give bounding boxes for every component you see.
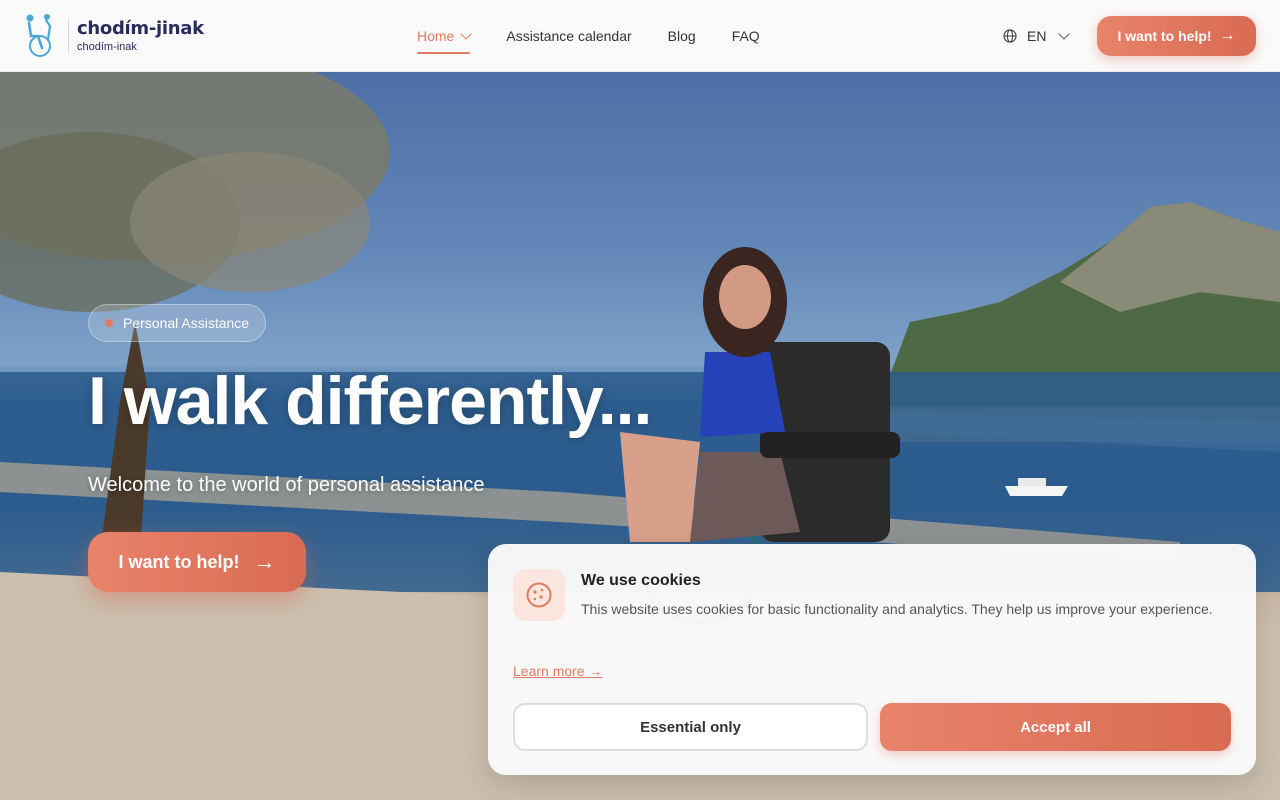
cookie-description: This website uses cookies for basic func… [581, 601, 1213, 617]
globe-icon [1003, 29, 1017, 43]
logo[interactable]: chodím-jinak chodím-inak [22, 12, 204, 60]
accept-all-button[interactable]: Accept all [880, 703, 1231, 751]
arrow-right-icon: → [253, 549, 276, 574]
hero-subtitle: Welcome to the world of personal assista… [88, 474, 485, 496]
site-header: chodím-jinak chodím-inak Home Assistance… [0, 0, 1280, 72]
help-button-hero[interactable]: I want to help! → [88, 532, 306, 592]
essential-only-button[interactable]: Essential only [513, 703, 868, 751]
badge-dot-icon [105, 319, 113, 327]
cookie-title: We use cookies [581, 572, 701, 589]
nav-item-label: Assistance calendar [506, 28, 632, 44]
help-button-header[interactable]: I want to help! → [1097, 16, 1256, 56]
logo-name: chodím-jinak [77, 18, 204, 39]
language-selector[interactable]: EN [1003, 0, 1071, 72]
cookie-icon-container [513, 569, 565, 621]
learn-more-link[interactable]: Learn more → [513, 663, 602, 679]
nav-item-blog[interactable]: Blog [668, 0, 696, 72]
language-label: EN [1027, 28, 1047, 44]
hero-badge: Personal Assistance [88, 304, 267, 342]
cookie-banner: We use cookies This website uses cookies… [488, 544, 1256, 775]
nav-item-label: FAQ [731, 28, 760, 44]
hero-badge-label: Personal Assistance [123, 315, 250, 331]
nav-item-faq[interactable]: FAQ [732, 0, 760, 72]
nav-item-label: Home [417, 28, 455, 44]
main-nav: Home Assistance calendar Blog FAQ [417, 0, 796, 72]
hero-title: I walk differently... [88, 363, 652, 439]
logo-divider [68, 18, 69, 54]
chevron-down-icon [1058, 27, 1071, 40]
cookie-icon [526, 582, 552, 608]
nav-item-home[interactable]: Home [417, 0, 473, 72]
help-button-label: I want to help! [118, 551, 240, 572]
chevron-down-icon [460, 27, 473, 40]
nav-item-assistance-calendar[interactable]: Assistance calendar [506, 0, 631, 72]
logo-text: chodím-jinak chodím-inak [77, 18, 204, 54]
arrow-right-icon: → [1219, 27, 1236, 44]
wheelchair-logo-icon [26, 14, 52, 57]
nav-item-label: Blog [667, 28, 696, 44]
help-button-label: I want to help! [1117, 28, 1212, 44]
logo-subname: chodím-inak [77, 41, 137, 53]
